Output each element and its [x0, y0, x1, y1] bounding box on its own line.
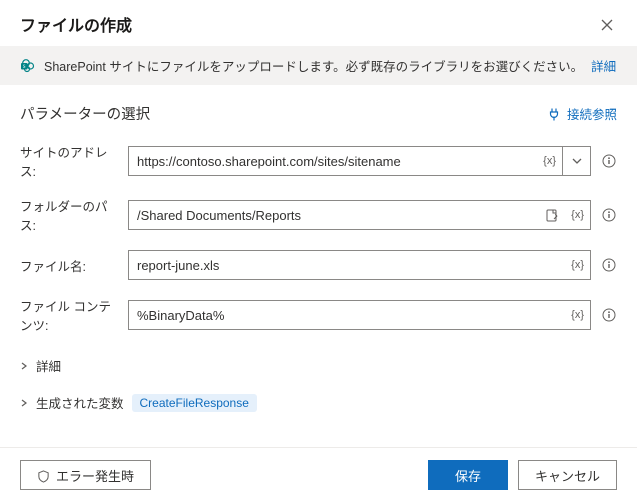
on-error-label: エラー発生時	[56, 466, 134, 485]
fx-button[interactable]: {x}	[537, 147, 562, 175]
input-file-content[interactable]	[129, 301, 565, 329]
fx-button[interactable]: {x}	[565, 251, 590, 279]
dialog-footer: エラー発生時 保存 キャンセル	[0, 447, 637, 502]
info-icon[interactable]	[601, 154, 617, 168]
fx-button[interactable]: {x}	[565, 201, 590, 229]
label-file-name: ファイル名:	[20, 256, 118, 275]
section-head: パラメーターの選択 接続参照	[20, 103, 617, 124]
fx-button[interactable]: {x}	[565, 301, 590, 329]
input-site-address[interactable]	[129, 147, 537, 175]
row-file-content: ファイル コンテンツ: {x}	[20, 296, 617, 334]
field-file-content: {x}	[128, 300, 591, 330]
info-icon[interactable]	[601, 258, 617, 272]
expander-generated-vars[interactable]: 生成された変数 CreateFileResponse	[20, 387, 617, 418]
expander-generated-label: 生成された変数	[36, 393, 124, 412]
footer-right: 保存 キャンセル	[428, 460, 617, 490]
dialog-header: ファイルの作成	[0, 0, 637, 46]
chevron-right-icon	[20, 360, 28, 372]
save-button[interactable]: 保存	[428, 460, 508, 490]
label-folder-path: フォルダーのパス:	[20, 196, 118, 234]
plug-icon	[547, 106, 561, 121]
field-file-name: {x}	[128, 250, 591, 280]
input-file-name[interactable]	[129, 251, 565, 279]
section-title: パラメーターの選択	[20, 103, 150, 124]
info-icon[interactable]	[601, 308, 617, 322]
cancel-button[interactable]: キャンセル	[518, 460, 617, 490]
dropdown-button[interactable]	[562, 147, 590, 175]
dialog-title: ファイルの作成	[20, 12, 132, 36]
label-site-address: サイトのアドレス:	[20, 142, 118, 180]
shield-icon	[37, 467, 50, 482]
info-text: SharePoint サイトにファイルをアップロードします。必ず既存のライブラリ…	[44, 56, 583, 75]
browse-folder-icon[interactable]	[539, 201, 565, 229]
row-folder-path: フォルダーのパス: {x}	[20, 196, 617, 234]
field-site-address: {x}	[128, 146, 591, 176]
parameters-section: パラメーターの選択 接続参照 サイトのアドレス: {x} フォルダーのパス:	[0, 85, 637, 418]
svg-text:S: S	[23, 65, 26, 70]
info-link[interactable]: 詳細	[591, 56, 616, 75]
label-file-content: ファイル コンテンツ:	[20, 296, 118, 334]
row-site-address: サイトのアドレス: {x}	[20, 142, 617, 180]
expander-advanced-label: 詳細	[36, 356, 61, 375]
chevron-right-icon	[20, 397, 28, 409]
connection-reference-link[interactable]: 接続参照	[547, 104, 617, 123]
connection-reference-label: 接続参照	[567, 104, 617, 123]
info-icon[interactable]	[601, 208, 617, 222]
row-file-name: ファイル名: {x}	[20, 250, 617, 280]
on-error-button[interactable]: エラー発生時	[20, 460, 151, 490]
field-folder-path: {x}	[128, 200, 591, 230]
expander-advanced[interactable]: 詳細	[20, 350, 617, 381]
info-bar: S SharePoint サイトにファイルをアップロードします。必ず既存のライブ…	[0, 46, 637, 85]
variable-pill[interactable]: CreateFileResponse	[132, 394, 257, 412]
input-folder-path[interactable]	[129, 201, 539, 229]
close-icon[interactable]	[597, 13, 617, 35]
sharepoint-icon: S	[20, 58, 36, 74]
